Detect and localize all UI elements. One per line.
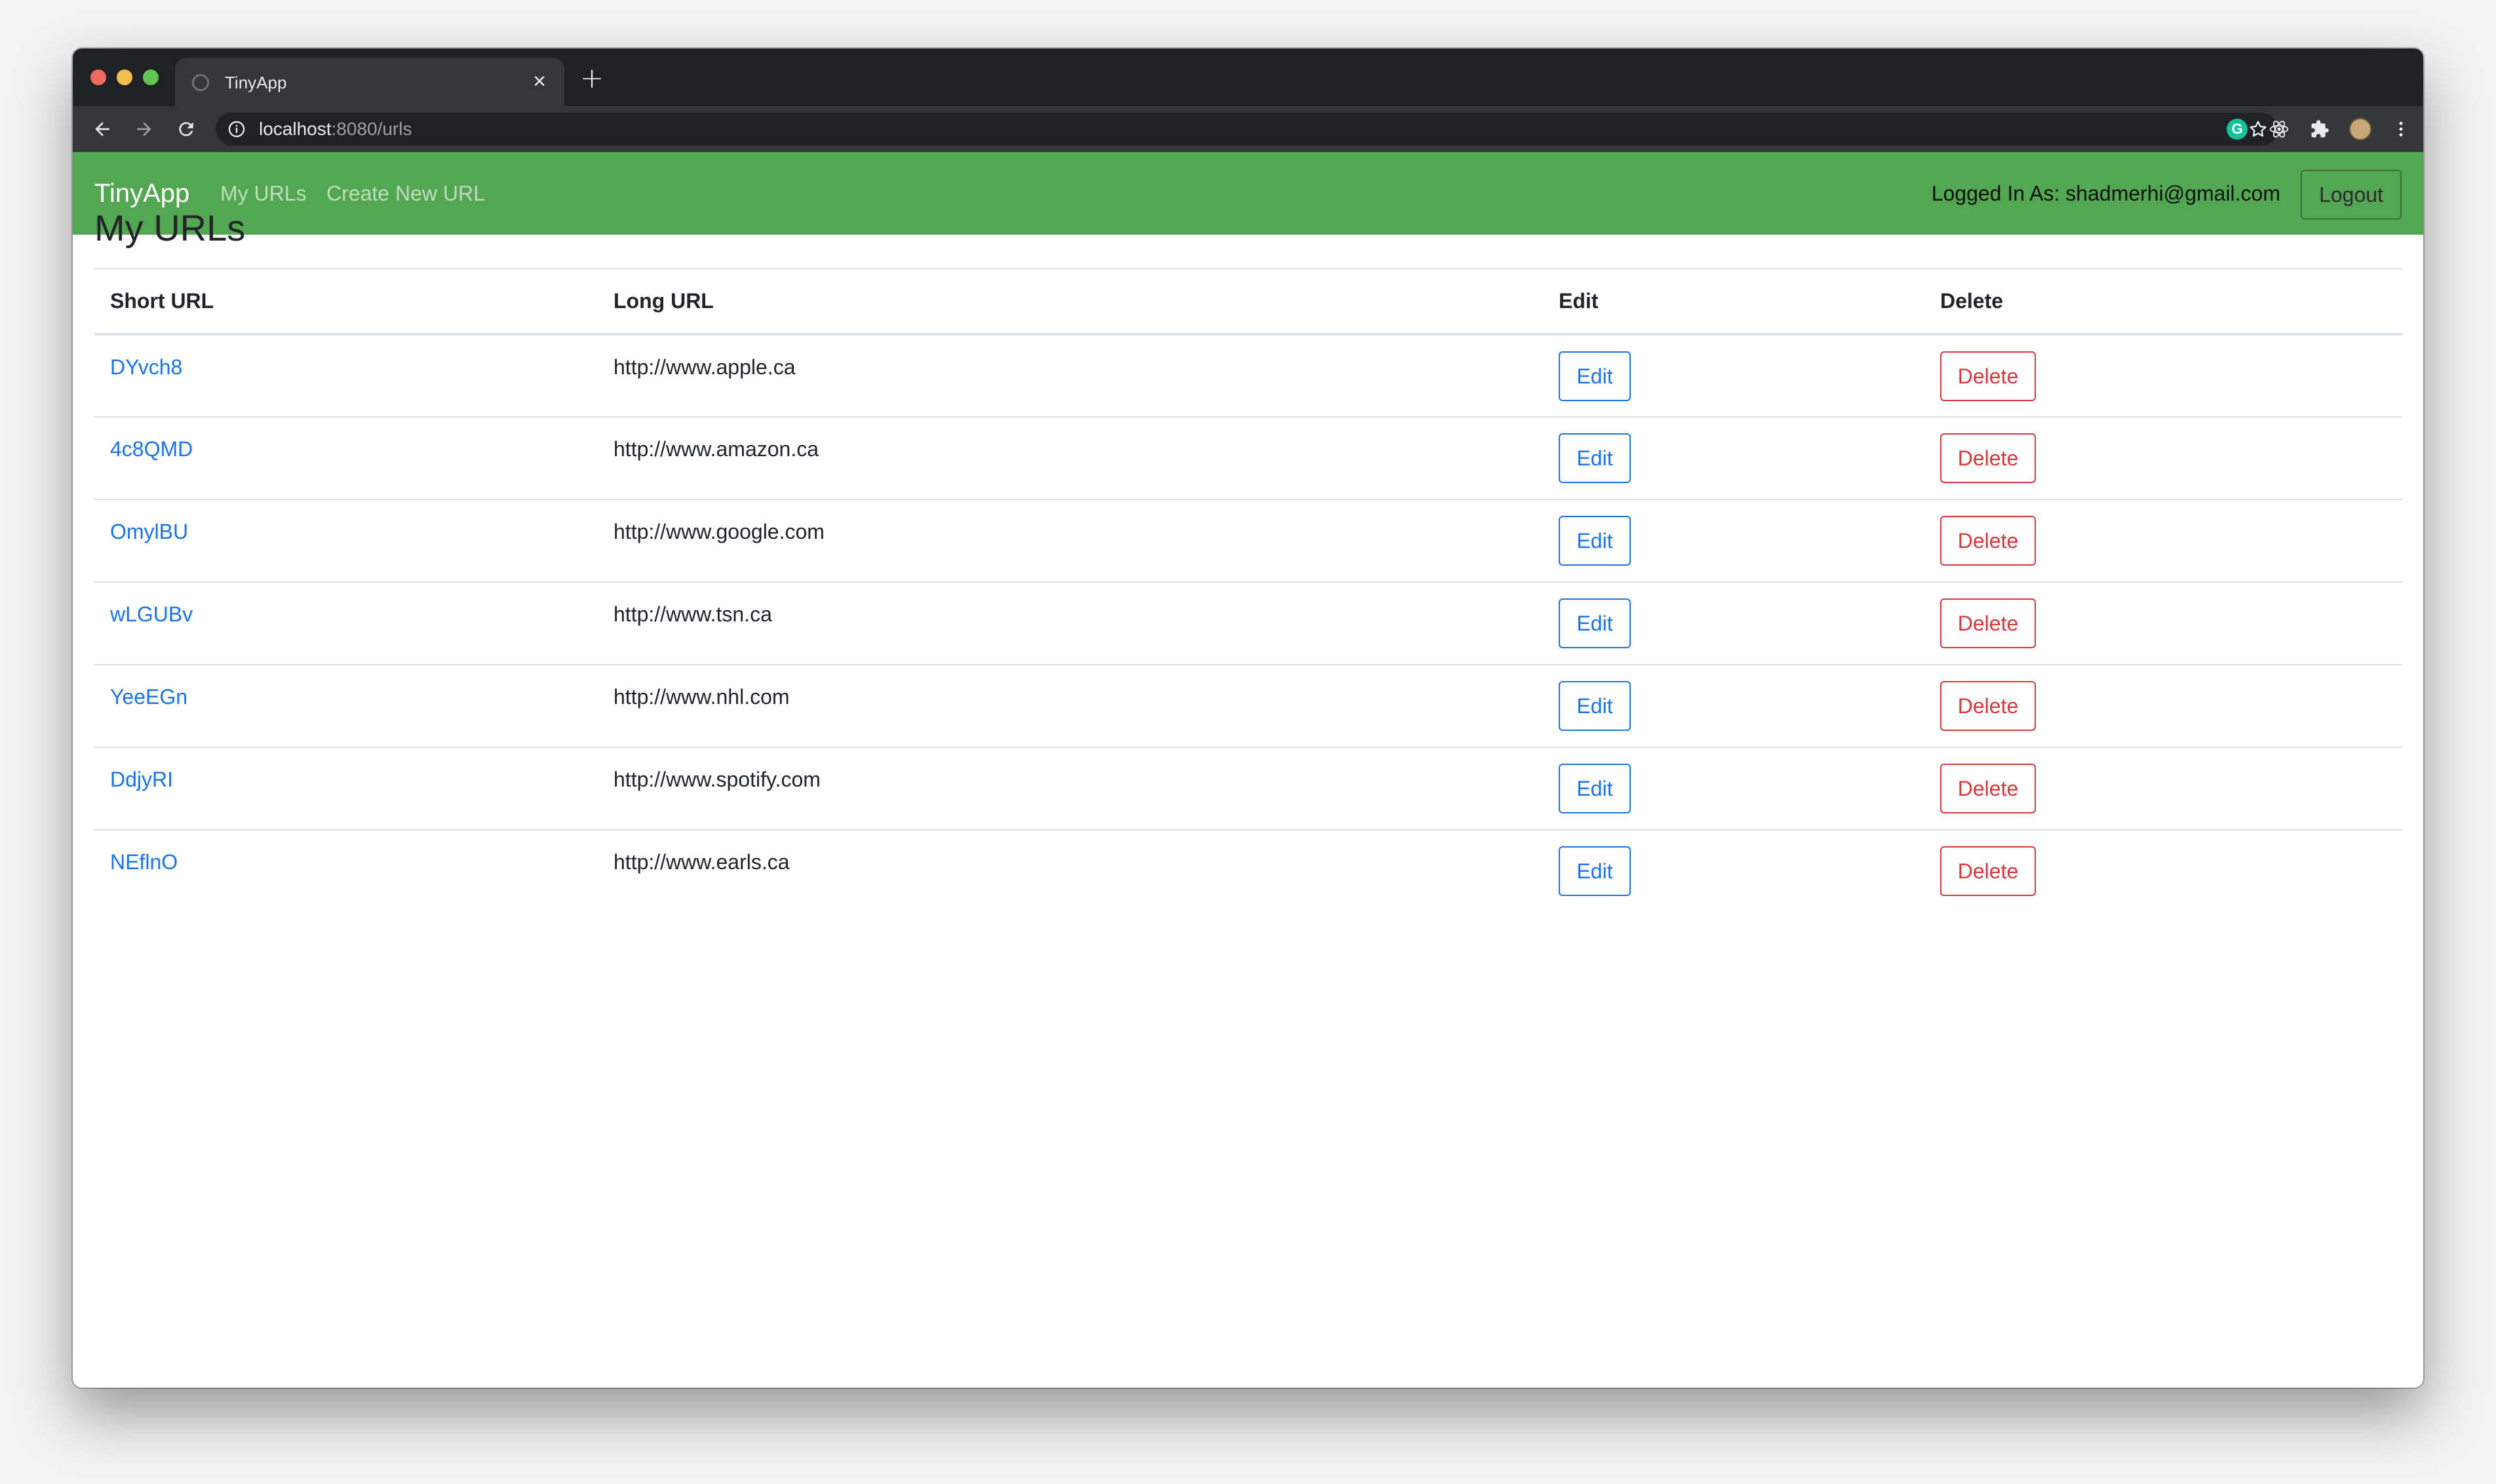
- long-url-cell: http://www.spotify.com: [598, 747, 1543, 830]
- tab-title: TinyApp: [225, 73, 287, 92]
- column-header-edit: Edit: [1543, 268, 1924, 336]
- url-path: :8080/urls: [331, 119, 412, 139]
- globe-icon: [192, 74, 209, 91]
- page-content: TinyApp My URLs Create New URL Logged In…: [73, 152, 2423, 1388]
- app-navbar: TinyApp My URLs Create New URL Logged In…: [73, 152, 2423, 235]
- browser-window: TinyApp × + localhost:8080/urls G TinyAp…: [73, 49, 2423, 1388]
- short-url-link[interactable]: DdjyRI: [110, 768, 173, 791]
- edit-button[interactable]: Edit: [1559, 433, 1631, 483]
- edit-button[interactable]: Edit: [1559, 598, 1631, 648]
- edit-button[interactable]: Edit: [1559, 764, 1631, 813]
- logged-in-status: Logged In As: shadmerhi@gmail.com: [1931, 182, 2280, 205]
- browser-toolbar: localhost:8080/urls G: [73, 106, 2423, 152]
- url-text: localhost:8080/urls: [259, 119, 412, 140]
- long-url-cell: http://www.google.com: [598, 499, 1543, 582]
- delete-button[interactable]: Delete: [1940, 764, 2036, 813]
- table-row: DYvch8 http://www.apple.ca Edit Delete: [94, 334, 2402, 417]
- long-url-cell: http://www.nhl.com: [598, 664, 1543, 747]
- nav-link-create-new-url[interactable]: Create New URL: [326, 181, 485, 206]
- star-icon[interactable]: [2248, 119, 2269, 140]
- maximize-window-button[interactable]: [143, 69, 159, 85]
- table-row: DdjyRI http://www.spotify.com Edit Delet…: [94, 747, 2402, 830]
- brand-link[interactable]: TinyApp: [94, 178, 189, 208]
- kebab-menu-icon[interactable]: [2389, 117, 2413, 141]
- long-url-cell: http://www.apple.ca: [614, 355, 796, 379]
- column-header-delete: Delete: [1924, 268, 2402, 336]
- minimize-window-button[interactable]: [117, 69, 132, 85]
- nav-link-my-urls[interactable]: My URLs: [220, 181, 307, 206]
- grammarly-icon[interactable]: G: [2225, 117, 2249, 141]
- short-url-link[interactable]: 4c8QMD: [110, 437, 193, 461]
- page-title: My URLs: [94, 207, 246, 248]
- short-url-link[interactable]: wLGUBv: [110, 602, 193, 626]
- delete-button[interactable]: Delete: [1940, 516, 2036, 566]
- edit-button[interactable]: Edit: [1559, 516, 1631, 566]
- table-row: YeeEGn http://www.nhl.com Edit Delete: [94, 664, 2402, 747]
- long-url-cell: http://www.amazon.ca: [598, 416, 1543, 499]
- long-url-cell: http://www.earls.ca: [598, 829, 1543, 912]
- back-arrow-icon[interactable]: [86, 113, 119, 146]
- delete-button[interactable]: Delete: [1940, 846, 2036, 896]
- table-row: 4c8QMD http://www.amazon.ca Edit Delete: [94, 416, 2402, 499]
- short-url-link[interactable]: YeeEGn: [110, 685, 187, 709]
- long-url-cell: http://www.tsn.ca: [598, 581, 1543, 665]
- table-row: NEflnO http://www.earls.ca Edit Delete: [94, 829, 2402, 912]
- short-url-link[interactable]: NEflnO: [110, 850, 178, 874]
- logout-button[interactable]: Logout: [2301, 170, 2402, 220]
- extensions-puzzle-icon[interactable]: [2308, 117, 2331, 141]
- reload-icon[interactable]: [170, 113, 203, 146]
- short-url-link[interactable]: DYvch8: [110, 355, 182, 379]
- edit-button[interactable]: Edit: [1559, 351, 1631, 401]
- edit-button[interactable]: Edit: [1559, 846, 1631, 896]
- delete-button[interactable]: Delete: [1940, 598, 2036, 648]
- table-row: wLGUBv http://www.tsn.ca Edit Delete: [94, 581, 2402, 665]
- react-devtools-icon[interactable]: [2267, 117, 2291, 141]
- table-row: OmylBU http://www.google.com Edit Delete: [94, 499, 2402, 582]
- edit-button[interactable]: Edit: [1559, 681, 1631, 731]
- close-icon[interactable]: ×: [526, 68, 553, 94]
- address-bar[interactable]: localhost:8080/urls: [216, 113, 2278, 146]
- short-url-link[interactable]: OmylBU: [110, 520, 188, 543]
- table-header-row: Short URL Long URL Edit Delete: [94, 268, 2402, 336]
- url-host: localhost: [259, 119, 332, 139]
- profile-avatar-icon[interactable]: [2349, 117, 2372, 141]
- tab-strip: TinyApp × +: [73, 49, 2423, 106]
- delete-button[interactable]: Delete: [1940, 681, 2036, 731]
- info-icon[interactable]: [227, 120, 246, 138]
- new-tab-button[interactable]: +: [577, 64, 606, 93]
- column-header-short-url: Short URL: [94, 268, 598, 336]
- forward-arrow-icon[interactable]: [128, 113, 161, 146]
- close-window-button[interactable]: [90, 69, 106, 85]
- delete-button[interactable]: Delete: [1940, 433, 2036, 483]
- column-header-long-url: Long URL: [598, 268, 1543, 336]
- urls-table: Short URL Long URL Edit Delete DYvch8 ht…: [94, 268, 2402, 912]
- delete-button[interactable]: Delete: [1940, 351, 2036, 401]
- browser-tab[interactable]: TinyApp ×: [175, 58, 564, 106]
